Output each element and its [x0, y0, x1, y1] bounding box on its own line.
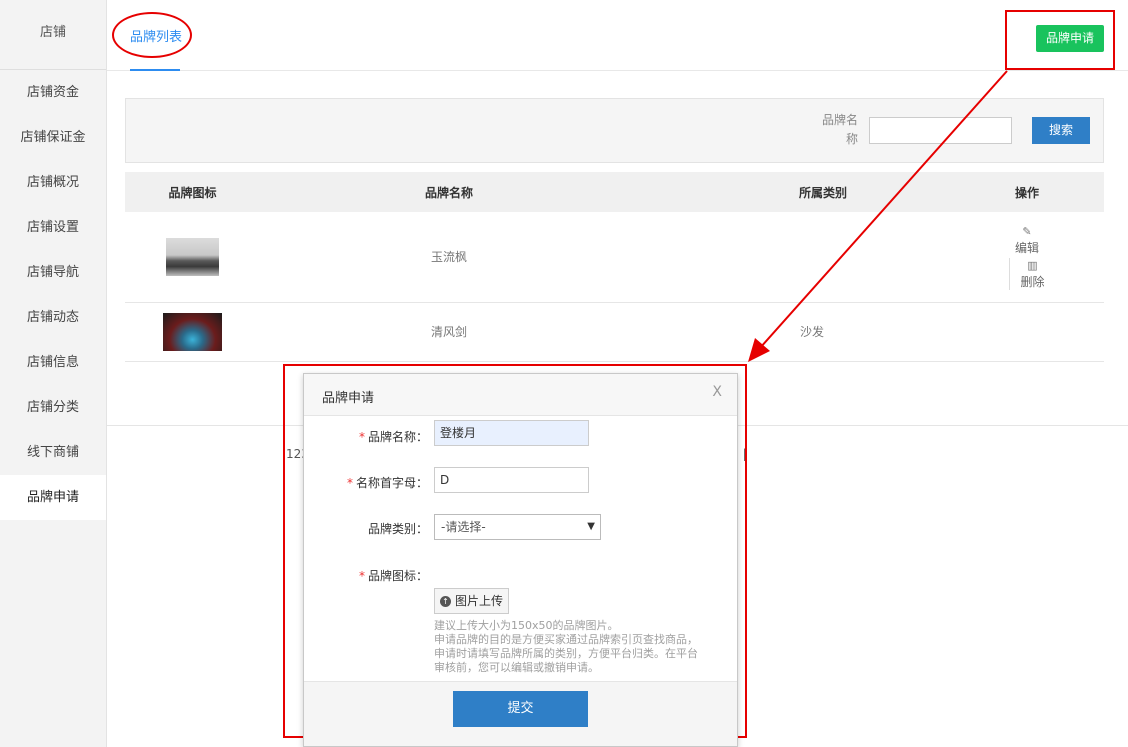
column-header-category: 所属类别 — [490, 172, 950, 212]
sidebar-item-shop-deposit[interactable]: 店铺保证金 — [0, 115, 106, 160]
initial-input[interactable]: D — [434, 467, 589, 493]
brand-apply-button[interactable]: 品牌申请 — [1036, 25, 1104, 52]
search-panel: 品牌名称 搜索 — [125, 98, 1104, 163]
sidebar-item-shop-categories[interactable]: 店铺分类 — [0, 385, 106, 430]
brand-name-cell: 玉流枫 — [260, 212, 490, 303]
sidebar-item-shop-navigation[interactable]: 店铺导航 — [0, 250, 106, 295]
dialog-header: 品牌申请 X — [304, 374, 737, 416]
category-label: 品牌类别： — [367, 522, 428, 536]
chevron-down-icon: ▼ — [587, 521, 595, 532]
sidebar-item-shop-settings[interactable]: 店铺设置 — [0, 205, 106, 250]
required-mark: * — [346, 476, 353, 490]
sidebar-title[interactable]: 店铺 — [0, 0, 106, 70]
sidebar-item-offline-stores[interactable]: 线下商铺 — [0, 430, 106, 475]
actions-cell: ✎ 编辑 ▥ 删除 — [950, 212, 1104, 303]
tab-bar: 品牌列表 品牌申请 — [107, 0, 1128, 71]
column-header-icon: 品牌图标 — [125, 172, 260, 212]
brand-thumbnail — [166, 237, 219, 276]
brand-table: 品牌图标 品牌名称 所属类别 操作 玉流枫 ✎ 编辑 ▥ 删除 清风剑 沙发 — [125, 172, 1104, 362]
brand-icon-cell — [125, 212, 260, 303]
close-icon[interactable]: X — [712, 384, 722, 400]
actions-cell — [950, 302, 1104, 362]
tab-underline — [130, 69, 180, 71]
search-input[interactable] — [869, 117, 1012, 144]
brand-icon-cell — [125, 302, 260, 362]
brand-apply-dialog: 品牌申请 X * 品牌名称： 登楼月 * 名称首字母： D 品牌类别： -请选择- … — [303, 373, 738, 747]
sidebar-item-brand-application[interactable]: 品牌申请 — [0, 475, 106, 520]
initial-label: * 名称首字母： — [346, 476, 428, 490]
search-label: 品牌名称 — [821, 113, 858, 146]
sidebar-item-shop-news[interactable]: 店铺动态 — [0, 295, 106, 340]
brand-name-cell: 清风剑 — [260, 302, 490, 362]
pencil-icon: ✎ — [1022, 224, 1032, 238]
trash-icon: ▥ — [1027, 258, 1038, 272]
table-header-row: 品牌图标 品牌名称 所属类别 操作 — [125, 172, 1104, 212]
icon-label: * 品牌图标： — [358, 569, 428, 583]
dialog-footer: 提交 — [304, 681, 737, 746]
tab-brand-list[interactable]: 品牌列表 — [130, 26, 182, 45]
sidebar-item-shop-overview[interactable]: 店铺概况 — [0, 160, 106, 205]
edit-label: 编辑 — [1014, 240, 1039, 255]
brand-thumbnail — [163, 312, 222, 351]
delete-action[interactable]: ▥ 删除 — [1009, 257, 1045, 290]
column-header-actions: 操作 — [950, 172, 1104, 212]
category-select-value: -请选择- — [441, 520, 486, 534]
upload-icon: ↑ — [440, 596, 451, 607]
brand-category-cell: 沙发 — [490, 302, 950, 362]
sidebar: 店铺 店铺资金 店铺保证金 店铺概况 店铺设置 店铺导航 店铺动态 店铺信息 店… — [0, 0, 107, 747]
upload-hint: 建议上传大小为150x50的品牌图片。 申请品牌的目的是方便买家通过品牌索引页查… — [434, 619, 698, 674]
table-row: 清风剑 沙发 — [125, 302, 1104, 362]
brand-name-label: * 品牌名称： — [358, 430, 428, 444]
submit-button[interactable]: 提交 — [453, 691, 588, 727]
brand-name-input[interactable]: 登楼月 — [434, 420, 589, 446]
row-actions: ✎ 编辑 ▥ 删除 — [1009, 224, 1045, 290]
delete-label: 删除 — [1020, 274, 1045, 289]
edit-action[interactable]: ✎ 编辑 — [1015, 224, 1039, 256]
image-upload-button[interactable]: ↑ 图片上传 — [434, 588, 510, 614]
sidebar-item-shop-funds[interactable]: 店铺资金 — [0, 70, 106, 115]
category-select[interactable]: -请选择- ▼ — [434, 514, 601, 540]
required-mark: * — [358, 430, 365, 444]
table-row: 玉流枫 ✎ 编辑 ▥ 删除 — [125, 212, 1104, 303]
search-button[interactable]: 搜索 — [1032, 117, 1090, 144]
required-mark: * — [358, 569, 365, 583]
sidebar-item-shop-info[interactable]: 店铺信息 — [0, 340, 106, 385]
column-header-name: 品牌名称 — [260, 172, 490, 212]
dialog-title: 品牌申请 — [322, 391, 375, 406]
brand-category-cell — [490, 212, 950, 303]
